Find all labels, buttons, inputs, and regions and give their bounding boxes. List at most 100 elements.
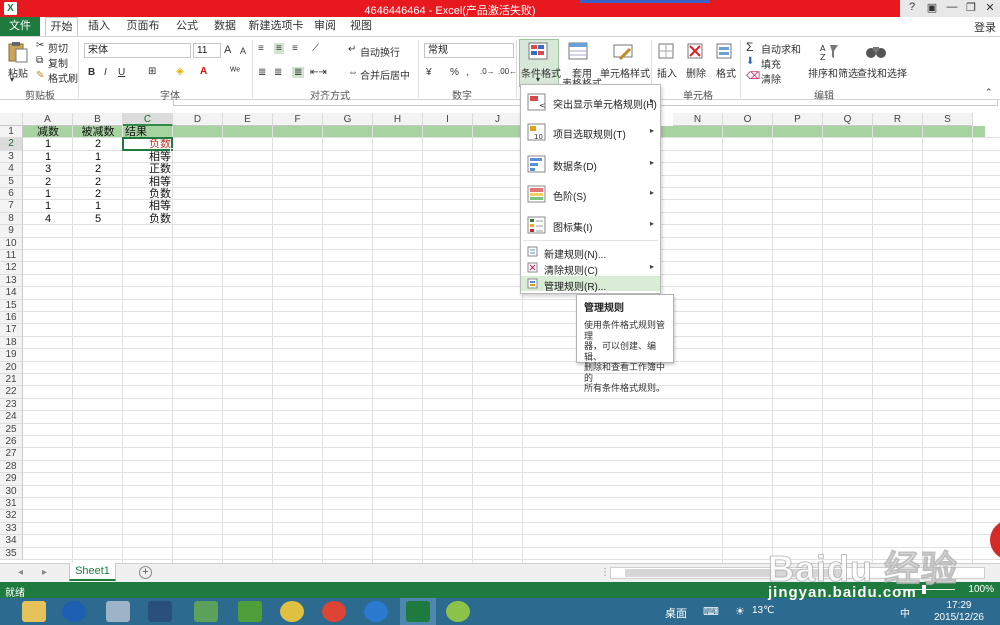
autosum-button[interactable]: 自动求和	[761, 41, 801, 56]
collapse-ribbon-icon[interactable]: ⌃	[985, 87, 993, 98]
find-select-button[interactable]: 查找和选择	[857, 65, 907, 80]
row-header-28[interactable]: 28	[0, 460, 23, 474]
help-icon[interactable]: ?	[902, 1, 922, 13]
underline-button[interactable]: U	[118, 67, 125, 78]
next-sheet-icon[interactable]: ▸	[42, 567, 47, 578]
grow-font-button[interactable]: A	[224, 44, 231, 56]
data-cell[interactable]: 1	[23, 188, 73, 200]
result-cell[interactable]: 相等	[123, 200, 173, 212]
row-header-7[interactable]: 7	[0, 200, 23, 213]
row-header-13[interactable]: 13	[0, 274, 23, 288]
row-header-24[interactable]: 24	[0, 411, 23, 424]
excel-taskbar-icon[interactable]	[406, 601, 430, 622]
tab-view[interactable]: 视图	[346, 17, 376, 36]
clear-icon[interactable]: ⌫	[746, 71, 760, 82]
decrease-decimal-icon[interactable]: .00←	[498, 67, 517, 76]
calculator-icon[interactable]	[106, 601, 130, 622]
borders-icon[interactable]: ⊞	[148, 66, 156, 77]
sort-filter-icon[interactable]: A Z	[818, 41, 842, 63]
data-cell[interactable]: 4	[23, 213, 73, 225]
weather-sun-icon[interactable]: ☀	[735, 605, 745, 618]
insert-cells-button[interactable]: 插入	[657, 65, 677, 80]
cut-button[interactable]: 剪切	[48, 40, 68, 55]
row-header-25[interactable]: 25	[0, 423, 23, 436]
menu-item-top-bottom-rules[interactable]: 10 项目选取规则(T) ▸	[521, 121, 660, 143]
restore-icon[interactable]: ❐	[961, 1, 981, 14]
format-cells-icon[interactable]	[713, 41, 737, 63]
indent-icon[interactable]: ⇤⇥	[310, 67, 327, 78]
pen-tool-icon[interactable]	[148, 601, 172, 622]
wrap-text-icon[interactable]: ↵	[348, 44, 356, 55]
data-cell[interactable]: 2	[73, 138, 123, 150]
row-header-22[interactable]: 22	[0, 386, 23, 399]
data-cell[interactable]: 2	[73, 163, 123, 175]
tab-insert[interactable]: 插入	[84, 17, 114, 36]
currency-icon[interactable]: ¥	[426, 67, 432, 78]
row-header-33[interactable]: 33	[0, 522, 23, 536]
header-cell-subtrahend[interactable]: 减数	[23, 126, 73, 138]
result-cell[interactable]: 相等	[123, 176, 173, 188]
align-center-icon[interactable]: ≣	[274, 67, 282, 78]
select-all-corner[interactable]	[0, 113, 23, 126]
row-header-23[interactable]: 23	[0, 398, 23, 412]
minimize-icon[interactable]: —	[942, 1, 962, 13]
row-header-21[interactable]: 21	[0, 374, 23, 387]
taskbar-clock[interactable]: 17:29 2015/12/26	[934, 600, 984, 624]
network-app-icon[interactable]	[194, 601, 218, 622]
row-header-35[interactable]: 35	[0, 547, 23, 560]
row-header-34[interactable]: 34	[0, 535, 23, 548]
data-cell[interactable]: 2	[23, 176, 73, 188]
row-header-12[interactable]: 12	[0, 262, 23, 275]
header-cell-minuend[interactable]: 被减数	[73, 126, 123, 138]
conditional-format-button[interactable]: 条件格式	[521, 65, 561, 80]
data-cell[interactable]: 1	[23, 200, 73, 212]
italic-button[interactable]: I	[104, 67, 107, 78]
paste-icon[interactable]	[6, 41, 30, 63]
data-cell[interactable]: 1	[73, 151, 123, 163]
row-header-14[interactable]: 14	[0, 287, 23, 300]
sheet-tab-sheet1[interactable]: Sheet1	[69, 563, 116, 581]
menu-item-clear-rules[interactable]: 清除规则(C) ▸	[521, 260, 660, 277]
copy-button[interactable]: 复制	[48, 55, 68, 70]
wrap-text-button[interactable]: 自动换行	[360, 44, 400, 59]
tab-page-layout[interactable]: 页面布局	[122, 17, 164, 51]
data-cell[interactable]: 2	[73, 176, 123, 188]
row-header-1[interactable]: 1	[0, 126, 23, 139]
column-header-e[interactable]: E	[223, 113, 273, 126]
row-header-20[interactable]: 20	[0, 361, 23, 374]
column-header-o[interactable]: O	[723, 113, 773, 126]
column-header-d[interactable]: D	[173, 113, 223, 126]
align-middle-icon[interactable]: ≡	[274, 43, 284, 54]
result-cell[interactable]: 负数	[123, 213, 173, 225]
login-link[interactable]: 登录	[974, 19, 996, 35]
data-cell[interactable]: 2	[73, 188, 123, 200]
font-size-select[interactable]: 11	[193, 43, 221, 58]
row-header-10[interactable]: 10	[0, 237, 23, 250]
cell-styles-icon[interactable]	[612, 41, 636, 63]
prev-sheet-icon[interactable]: ◂	[18, 567, 23, 578]
number-format-select[interactable]: 常规	[424, 43, 514, 58]
row-header-19[interactable]: 19	[0, 349, 23, 362]
copy-icon[interactable]: ⧉	[36, 55, 43, 66]
tab-new-tab[interactable]: 新建选项卡	[248, 17, 304, 36]
conditional-format-icon[interactable]	[527, 41, 551, 63]
row-header-27[interactable]: 27	[0, 448, 23, 461]
row-header-30[interactable]: 30	[0, 485, 23, 498]
tab-formulas[interactable]: 公式	[172, 17, 202, 36]
column-header-j[interactable]: J	[473, 113, 523, 126]
menu-item-new-rule[interactable]: 新建规则(N)...	[521, 244, 660, 261]
sogou-input-icon[interactable]	[62, 601, 86, 622]
menu-item-manage-rules[interactable]: 管理规则(R)...	[521, 276, 660, 293]
delete-cells-icon[interactable]	[684, 41, 708, 63]
orientation-icon[interactable]: ⟋	[312, 43, 319, 54]
column-header-b[interactable]: B	[73, 113, 123, 126]
menu-item-icon-sets[interactable]: 图标集(I) ▸	[521, 214, 660, 236]
data-cell[interactable]: 1	[73, 200, 123, 212]
tab-data[interactable]: 数据	[210, 17, 240, 36]
header-cell-result[interactable]: 结果	[125, 126, 173, 138]
tab-file[interactable]: 文件	[0, 17, 40, 36]
data-cell[interactable]: 5	[73, 213, 123, 225]
fill-icon[interactable]: ⬇	[746, 56, 754, 67]
ime-indicator[interactable]: 中	[900, 605, 910, 620]
row-header-26[interactable]: 26	[0, 436, 23, 449]
